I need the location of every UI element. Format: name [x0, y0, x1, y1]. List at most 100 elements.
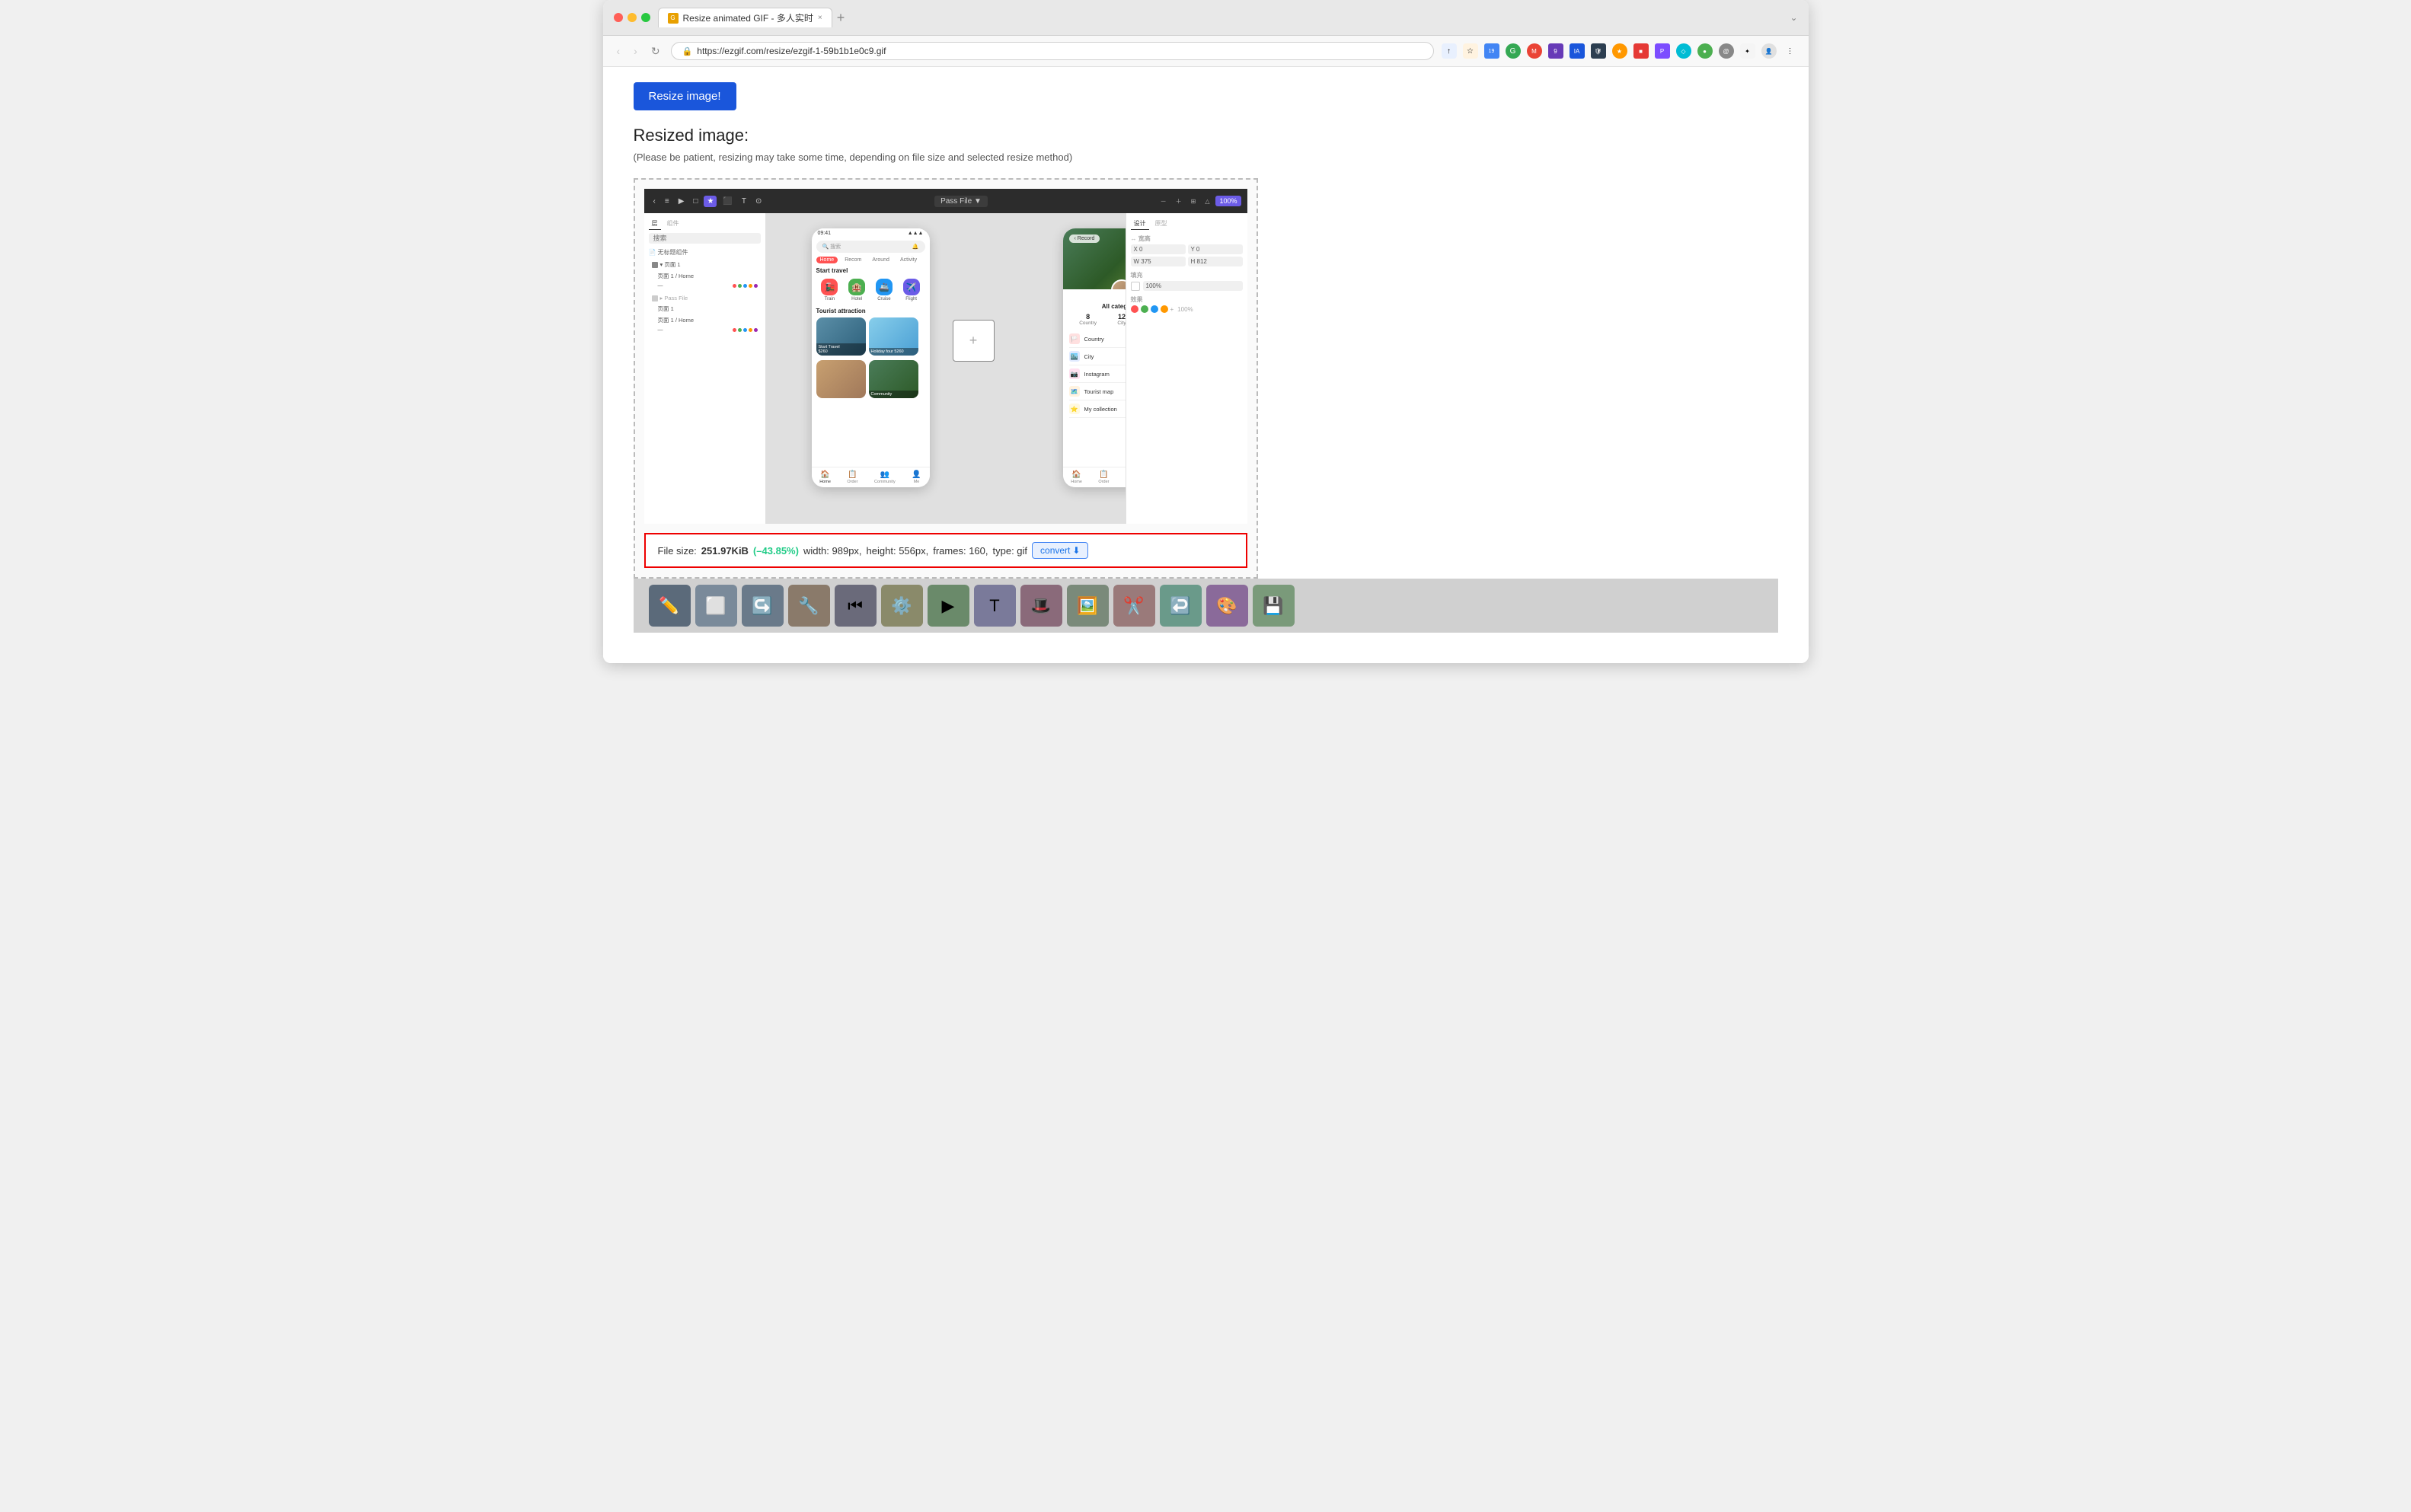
figma-page-name[interactable]: Pass File ▼ — [934, 196, 988, 207]
toolbar-undo-icon[interactable]: ↩️ — [1160, 585, 1202, 627]
toolbar-pen-icon[interactable]: ✏️ — [649, 585, 691, 627]
extension-4[interactable]: 9 — [1548, 43, 1563, 59]
toolbar-select-icon[interactable]: ⬜ — [695, 585, 737, 627]
hotel-icon-item[interactable]: 🏨 Hotel — [848, 279, 865, 301]
extension-9[interactable]: P — [1655, 43, 1670, 59]
extension-7[interactable]: ★ — [1612, 43, 1627, 59]
menu-icon[interactable]: ⋮ — [1783, 43, 1798, 59]
tourist-card-4[interactable]: Community — [869, 360, 918, 398]
bottom-nav-home[interactable]: 🏠 Home — [819, 471, 831, 484]
figma-layer-3[interactable]: — — [649, 282, 761, 290]
toolbar-save-icon[interactable]: 💾 — [1253, 585, 1295, 627]
maximize-button[interactable] — [641, 13, 650, 22]
tab-close-icon[interactable]: × — [818, 14, 822, 22]
phone-tab-home[interactable]: Home — [816, 257, 838, 263]
extension-8[interactable]: ■ — [1633, 43, 1649, 59]
figma-prop-w[interactable]: W 375 — [1131, 257, 1186, 266]
figma-layer-6[interactable]: — — [649, 326, 761, 334]
figma-zoom-percent[interactable]: 100% — [1215, 196, 1241, 206]
category-instagram[interactable]: 📷 Instagram › — [1069, 365, 1126, 383]
category-country[interactable]: 🏳️ Country › — [1069, 330, 1126, 348]
figma-design-tab[interactable]: 设计 — [1131, 218, 1149, 230]
tourist-card-1[interactable]: Start Travel $260 — [816, 317, 866, 356]
figma-tool-frame[interactable]: □ — [690, 196, 701, 207]
share-icon[interactable]: ↑ — [1442, 43, 1457, 59]
bookmark-icon[interactable]: ☆ — [1463, 43, 1478, 59]
extension-3[interactable]: M — [1527, 43, 1542, 59]
figma-tool-list[interactable]: ≡ — [662, 196, 672, 207]
figma-layers-tab[interactable]: 层 — [649, 218, 661, 230]
figma-zoom-in[interactable]: ＋ — [1173, 196, 1185, 207]
figma-prop-x[interactable]: X 0 — [1131, 244, 1186, 254]
category-city[interactable]: 🏙️ City › — [1069, 348, 1126, 365]
forward-button[interactable]: › — [631, 43, 640, 59]
back-button[interactable]: ‹ — [614, 43, 624, 59]
extension-1[interactable]: 19 — [1484, 43, 1499, 59]
extension-6[interactable]: 🛡 — [1591, 43, 1606, 59]
cruise-icon-item[interactable]: 🚢 Cruise — [876, 279, 893, 301]
figma-layer-1[interactable]: ▾ 页面 1 — [649, 259, 761, 270]
figma-layer-4[interactable]: 页面 1 — [649, 303, 761, 314]
toolbar-scissors-icon[interactable]: ✂️ — [1113, 585, 1155, 627]
category-tourist-map[interactable]: 🗺️ Tourist map › — [1069, 383, 1126, 400]
figma-tool-back[interactable]: ‹ — [650, 196, 659, 207]
toolbar-transform-icon[interactable]: ↪️ — [742, 585, 784, 627]
figma-layer-2[interactable]: 页面 1 / Home — [649, 270, 761, 282]
back-button-right[interactable]: ‹ Record — [1069, 234, 1100, 243]
profile-icon[interactable]: 👤 — [1761, 43, 1777, 59]
figma-share[interactable]: △ — [1202, 196, 1212, 206]
phone-tab-around[interactable]: Around — [868, 257, 893, 263]
phone-tab-activity[interactable]: Activity — [896, 257, 921, 263]
extension-2[interactable]: G — [1506, 43, 1521, 59]
figma-search-input[interactable] — [649, 233, 761, 244]
bottom-nav-community[interactable]: 👥 Community — [874, 471, 896, 484]
extension-5[interactable]: IA — [1570, 43, 1585, 59]
figma-tool-hand[interactable]: ⊙ — [752, 196, 765, 207]
figma-tool-text[interactable]: T — [739, 196, 749, 207]
right-nav-order[interactable]: 📋 Order — [1098, 471, 1109, 484]
toolbar-rewind-icon[interactable]: ⏮ — [835, 585, 877, 627]
figma-zoom-out[interactable]: － — [1158, 196, 1170, 207]
extension-10[interactable]: ◇ — [1676, 43, 1691, 59]
figma-assets-tab[interactable]: 组件 — [664, 218, 682, 230]
figma-layer-5[interactable]: 页面 1 / Home — [649, 314, 761, 326]
fill-color-swatch[interactable] — [1131, 282, 1140, 291]
tourist-card-3[interactable] — [816, 360, 866, 398]
toolbar-play-icon[interactable]: ▶ — [928, 585, 969, 627]
figma-prop-h[interactable]: H 812 — [1188, 257, 1243, 266]
phone-search-bar[interactable]: 🔍 搜索 🔔 — [816, 241, 925, 253]
figma-tool-play[interactable]: ▶ — [675, 196, 688, 207]
new-tab-button[interactable]: + — [837, 11, 845, 24]
reload-button[interactable]: ↻ — [648, 43, 663, 59]
minimize-button[interactable] — [627, 13, 637, 22]
figma-component-box[interactable]: + — [953, 320, 995, 362]
toolbar-text-icon[interactable]: T — [974, 585, 1016, 627]
figma-fill-value[interactable]: 100% — [1143, 281, 1243, 291]
close-button[interactable] — [614, 13, 623, 22]
bottom-nav-order[interactable]: 📋 Order — [847, 471, 857, 484]
bottom-nav-me[interactable]: 👤 Me — [912, 471, 921, 484]
flight-icon-item[interactable]: ✈️ Flight — [903, 279, 920, 301]
figma-prop-y[interactable]: Y 0 — [1188, 244, 1243, 254]
figma-tool-star[interactable]: ★ — [704, 196, 717, 207]
toolbar-palette-icon[interactable]: 🎨 — [1206, 585, 1248, 627]
active-tab[interactable]: G Resize animated GIF - 多人实时 × — [658, 8, 832, 27]
figma-layer-pass[interactable]: ▸ Pass File — [649, 293, 761, 303]
category-my-collection[interactable]: ⭐ My collection › — [1069, 400, 1126, 418]
toolbar-gear-icon[interactable]: ⚙️ — [881, 585, 923, 627]
resize-button[interactable]: Resize image! — [634, 82, 736, 110]
tourist-card-2[interactable]: Holiday four 5260 — [869, 317, 918, 356]
figma-fit[interactable]: ⊞ — [1188, 196, 1199, 206]
figma-tool-pen[interactable]: ⬛ — [720, 196, 735, 207]
figma-prototype-tab[interactable]: 原型 — [1152, 218, 1170, 230]
phone-tab-recom[interactable]: Recom — [841, 257, 865, 263]
extension-11[interactable]: ● — [1697, 43, 1713, 59]
url-bar[interactable]: 🔒 https://ezgif.com/resize/ezgif-1-59b1b… — [671, 42, 1434, 60]
convert-button[interactable]: convert ⬇ — [1032, 542, 1088, 559]
toolbar-brush-icon[interactable]: 🔧 — [788, 585, 830, 627]
extension-13[interactable]: ✦ — [1740, 43, 1755, 59]
toolbar-magic-icon[interactable]: 🎩 — [1020, 585, 1062, 627]
right-nav-home[interactable]: 🏠 Home — [1071, 471, 1082, 484]
train-icon-item[interactable]: 🚂 Train — [821, 279, 838, 301]
extension-12[interactable]: @ — [1719, 43, 1734, 59]
